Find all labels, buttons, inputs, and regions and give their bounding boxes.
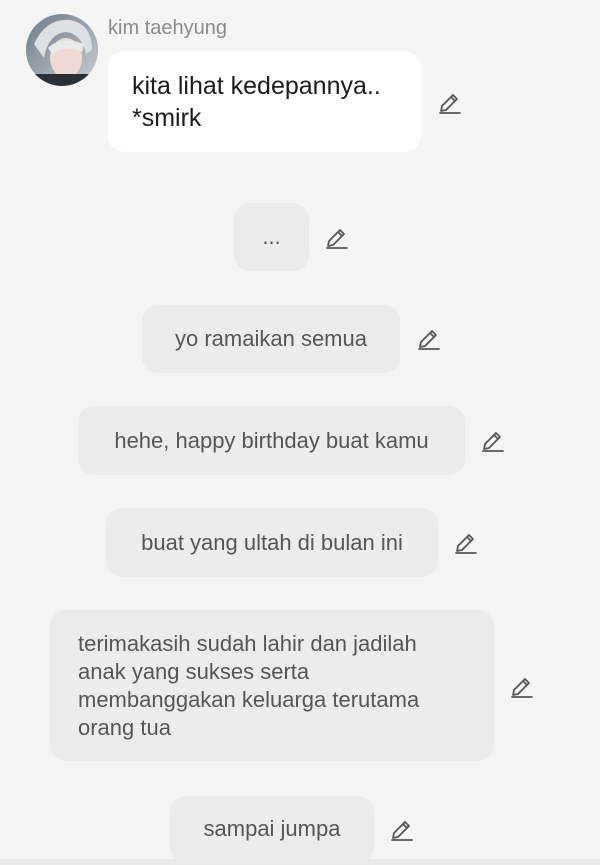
pencil-edit-icon[interactable] xyxy=(509,673,535,699)
message-text: yo ramaikan semua xyxy=(175,326,367,351)
message-text: hehe, happy birthday buat kamu xyxy=(114,427,429,453)
sender-name: kim taehyung xyxy=(108,17,227,39)
message-text: terimakasih sudah lahir dan jadilah anak… xyxy=(78,630,420,740)
message-bubble[interactable]: sampai jumpa xyxy=(170,796,374,862)
message-bubble[interactable]: buat yang ultah di bulan ini xyxy=(106,508,438,577)
message-text: sampai jumpa xyxy=(203,816,341,841)
message-bubble[interactable]: terimakasih sudah lahir dan jadilah anak… xyxy=(50,610,494,761)
message-bubble[interactable]: hehe, happy birthday buat kamu xyxy=(78,406,465,475)
message-bubble[interactable]: yo ramaikan semua xyxy=(142,305,400,373)
avatar-image xyxy=(26,14,98,86)
bottom-divider xyxy=(0,859,600,865)
sender-avatar[interactable] xyxy=(26,14,98,86)
message-text: ... xyxy=(262,224,281,249)
message-text: buat yang ultah di bulan ini xyxy=(141,529,403,555)
pencil-edit-icon[interactable] xyxy=(480,427,506,453)
pencil-edit-icon[interactable] xyxy=(389,816,415,842)
pencil-edit-icon[interactable] xyxy=(437,89,463,115)
pencil-edit-icon[interactable] xyxy=(453,529,479,555)
message-bubble[interactable]: kita lihat kedepannya.. *smirk xyxy=(108,51,421,152)
pencil-edit-icon[interactable] xyxy=(416,325,442,351)
pencil-edit-icon[interactable] xyxy=(324,224,350,250)
message-bubble[interactable]: ... xyxy=(234,203,309,271)
message-text: kita lihat kedepannya.. *smirk xyxy=(132,71,381,132)
